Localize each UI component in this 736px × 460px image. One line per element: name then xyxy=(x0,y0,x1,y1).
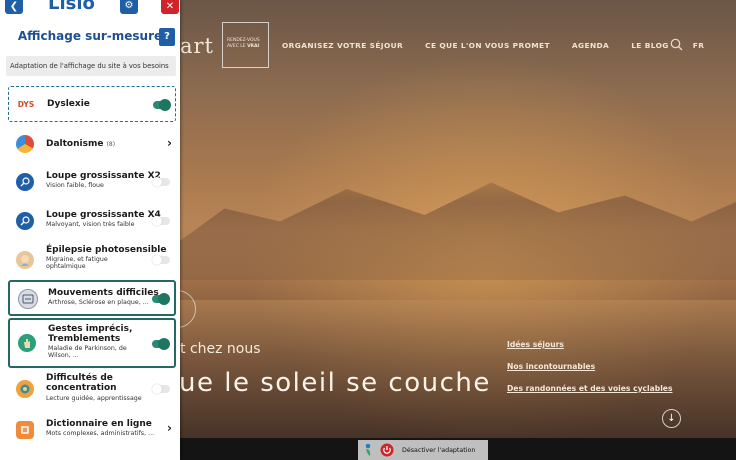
accessibility-panel: ❮ Lisio ⚙ ✕ Affichage sur-mesure ? Adapt… xyxy=(0,0,180,460)
nav-promesse[interactable]: CE QUE L'ON VOUS PROMET xyxy=(425,41,550,50)
option-title-text: Daltonisme xyxy=(46,139,104,149)
option-subtitle: Lecture guidée, apprentissage xyxy=(46,395,142,402)
hero-title: ue le soleil se couche xyxy=(180,368,491,398)
panel-subtitle: Adaptation de l'affichage du site à vos … xyxy=(6,56,176,76)
option-loupe-x2[interactable]: Loupe grossissante X2 Vision faible, flo… xyxy=(8,164,176,200)
panel-toolbar: ❮ Lisio ⚙ ✕ xyxy=(0,0,180,20)
keyboard-icon xyxy=(18,289,38,309)
tagline-line2: AVEC LE VRAI xyxy=(227,44,266,50)
option-title: Dictionnaire en ligne xyxy=(46,419,152,429)
lisio-mini-logo-icon xyxy=(365,443,371,456)
toggle-knob xyxy=(159,99,171,111)
dys-icon: DYS xyxy=(17,99,35,109)
color-wheel-icon xyxy=(16,135,34,153)
chevron-left-icon: ❮ xyxy=(9,1,19,12)
dictionary-icon xyxy=(16,421,34,439)
option-dyslexie[interactable]: DYS Dyslexie xyxy=(8,86,176,122)
toggle-knob xyxy=(152,255,162,265)
chevron-right-icon[interactable]: › xyxy=(167,421,172,435)
option-title: Gestes imprécis, Tremblements xyxy=(48,324,133,344)
hero-subtitle: t chez nous xyxy=(180,341,261,357)
option-title: Épilepsie photosensible xyxy=(46,245,167,255)
option-subtitle: Arthrose, Sclérose en plaque, ... xyxy=(48,299,149,306)
concentration-toggle[interactable] xyxy=(152,384,170,394)
option-title: Loupe grossissante X4 xyxy=(46,210,161,220)
option-count: (8) xyxy=(106,141,116,148)
website-background: art RENDEZ-VOUS AVEC LE VRAI ORGANISEZ V… xyxy=(180,0,736,460)
deactivate-button[interactable]: Désactiver l'adaptation xyxy=(358,440,488,460)
option-daltonisme[interactable]: Daltonisme (8) › xyxy=(8,127,176,161)
option-subtitle: Vision faible, floue xyxy=(46,182,104,189)
option-title: Difficultés de concentration xyxy=(46,373,117,393)
option-title: Daltonisme (8) xyxy=(46,139,115,150)
panel-title: Affichage sur-mesure xyxy=(17,29,163,43)
option-gestes-imprecis[interactable]: Gestes imprécis, Tremblements Maladie de… xyxy=(8,318,176,368)
help-button[interactable]: ? xyxy=(159,28,175,46)
search-icon[interactable] xyxy=(670,38,683,51)
hills-image xyxy=(180,182,736,280)
option-subtitle: Mots complexes, administratifs, ... xyxy=(46,430,155,437)
option-subtitle: Migraine, et fatigue ophtalmique xyxy=(46,256,108,271)
option-epilepsie[interactable]: Épilepsie photosensible Migraine, et fat… xyxy=(8,242,176,278)
target-icon xyxy=(16,380,34,398)
chevron-right-icon[interactable]: › xyxy=(167,136,172,150)
settings-button[interactable]: ⚙ xyxy=(120,0,138,14)
site-nav: ORGANISEZ VOTRE SÉJOUR CE QUE L'ON VOUS … xyxy=(282,41,725,50)
option-title: Loupe grossissante X2 xyxy=(46,171,161,181)
close-button[interactable]: ✕ xyxy=(161,0,179,14)
brand-text: Lisio xyxy=(48,0,95,14)
option-mouvements-difficiles[interactable]: Mouvements difficiles Arthrose, Sclérose… xyxy=(8,280,176,316)
hand-icon xyxy=(18,334,36,352)
option-dictionnaire[interactable]: Dictionnaire en ligne Mots complexes, ad… xyxy=(8,412,176,448)
lisio-logo: Lisio xyxy=(48,0,95,14)
close-icon: ✕ xyxy=(165,1,175,12)
nav-language[interactable]: FR xyxy=(693,41,705,50)
scroll-down-button[interactable]: ↓ xyxy=(662,409,681,428)
hero-links: Idées séjours Nos incontournables Des ra… xyxy=(507,340,672,406)
toggle-knob xyxy=(152,384,162,394)
nav-organisez[interactable]: ORGANISEZ VOTRE SÉJOUR xyxy=(282,41,403,50)
epilepsie-toggle[interactable] xyxy=(152,255,170,265)
nav-agenda[interactable]: AGENDA xyxy=(572,41,609,50)
site-logo[interactable]: art xyxy=(180,34,214,58)
power-icon xyxy=(380,443,394,457)
tagline-line2-pre: AVEC LE xyxy=(227,44,248,49)
option-subtitle: Maladie de Parkinson, de Wilson, ... xyxy=(48,345,127,360)
toggle-knob xyxy=(152,216,162,226)
face-icon xyxy=(16,251,34,269)
link-incontournables[interactable]: Nos incontournables xyxy=(507,362,672,371)
toggle-knob xyxy=(158,338,170,350)
tagline-line2-bold: VRAI xyxy=(247,44,260,49)
option-title: Mouvements difficiles xyxy=(48,288,159,298)
back-button[interactable]: ❮ xyxy=(5,0,23,14)
link-idees-sejours[interactable]: Idées séjours xyxy=(507,340,672,349)
loupe-x2-toggle[interactable] xyxy=(152,177,170,187)
toggle-knob xyxy=(158,293,170,305)
option-subtitle: Malvoyant, vision très faible xyxy=(46,221,135,228)
loupe-x4-toggle[interactable] xyxy=(152,216,170,226)
link-randonnees[interactable]: Des randonnées et des voies cyclables xyxy=(507,384,672,393)
gear-icon: ⚙ xyxy=(124,0,134,11)
option-concentration[interactable]: Difficultés de concentration Lecture gui… xyxy=(8,370,176,408)
option-loupe-x4[interactable]: Loupe grossissante X4 Malvoyant, vision … xyxy=(8,203,176,239)
magnifier-icon xyxy=(16,212,34,230)
dyslexie-toggle[interactable] xyxy=(153,99,171,111)
option-title: Dyslexie xyxy=(47,99,90,109)
magnifier-icon xyxy=(16,173,34,191)
arrow-down-icon: ↓ xyxy=(667,413,676,424)
site-tagline: RENDEZ-VOUS AVEC LE VRAI xyxy=(222,22,269,68)
deactivate-label: Désactiver l'adaptation xyxy=(402,446,476,454)
toggle-knob xyxy=(152,177,162,187)
mouvements-toggle[interactable] xyxy=(152,293,170,305)
nav-blog[interactable]: LE BLOG xyxy=(631,41,669,50)
gestes-toggle[interactable] xyxy=(152,338,170,350)
